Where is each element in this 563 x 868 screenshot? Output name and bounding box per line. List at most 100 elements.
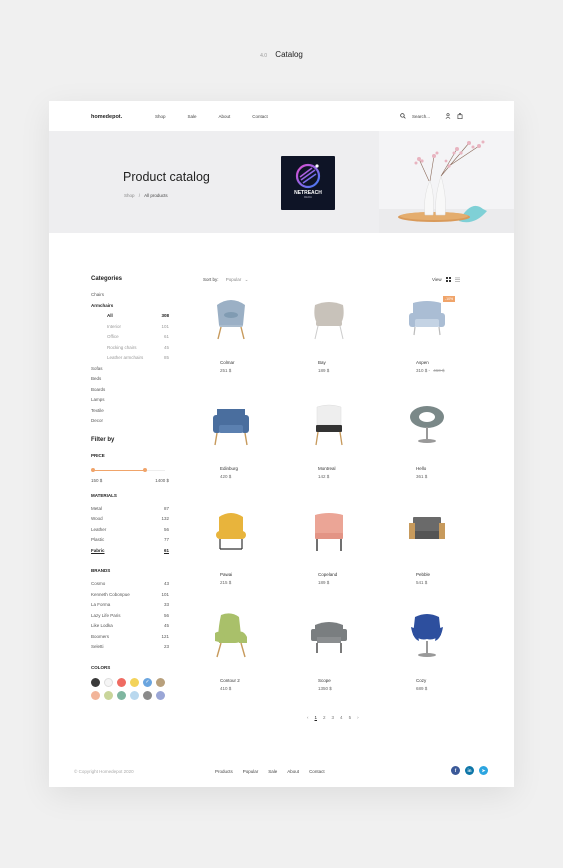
brand-seletti[interactable]: Seletti 23 <box>91 644 169 655</box>
color-swatch[interactable]: ✓ <box>143 677 152 687</box>
price-min-handle[interactable] <box>91 467 95 472</box>
product-name[interactable]: Montreal <box>318 466 336 471</box>
footer-link-about[interactable]: About <box>287 769 299 774</box>
color-swatch[interactable] <box>130 690 139 700</box>
footer-link-products[interactable]: Products <box>215 769 233 774</box>
page-5[interactable]: 5 <box>349 715 352 720</box>
price-max-handle[interactable] <box>143 467 148 472</box>
facebook-icon[interactable]: f <box>451 766 460 775</box>
category-beds[interactable]: Beds <box>91 376 169 387</box>
footer-link-contact[interactable]: Contact <box>309 769 325 774</box>
nav-link-about[interactable]: About <box>219 114 231 119</box>
product-name[interactable]: Hello <box>416 466 426 471</box>
product-card[interactable]: -10% Aspen 310 $ - 460 $ <box>395 291 456 391</box>
product-image[interactable] <box>305 397 353 457</box>
brand-kenneth-cobonpue[interactable]: Kenneth Cobonpue 101 <box>91 592 169 603</box>
product-card[interactable]: Montreal 142 $ <box>297 397 357 497</box>
product-card[interactable]: Pawai 215 $ <box>199 503 259 603</box>
list-view-icon[interactable] <box>454 277 460 282</box>
product-card[interactable]: Cozy 689 $ <box>395 609 455 709</box>
page-2[interactable]: 2 <box>323 715 326 720</box>
color-swatch[interactable] <box>104 690 113 700</box>
brand-like-lodka[interactable]: Like Lodka 45 <box>91 623 169 634</box>
category-lamps[interactable]: Lamps <box>91 397 169 408</box>
category-sofas[interactable]: Sofas <box>91 366 169 377</box>
material-plastic[interactable]: Plastic 77 <box>91 537 169 548</box>
product-image[interactable] <box>403 397 451 457</box>
brand-lazy-life-paris[interactable]: Lazy Life Paris 56 <box>91 613 169 624</box>
material-wood[interactable]: Wood 132 <box>91 516 169 527</box>
nav-link-shop[interactable]: Shop <box>155 114 166 119</box>
color-swatch[interactable] <box>143 690 152 700</box>
subcategory-interior[interactable]: Interior 101 <box>91 324 169 335</box>
product-card[interactable]: Colmar 251 $ <box>199 291 259 391</box>
page-4[interactable]: 4 <box>340 715 343 720</box>
category-boards[interactable]: Boards <box>91 387 169 398</box>
product-name[interactable]: Scope <box>318 678 331 683</box>
category-textile[interactable]: Textile <box>91 408 169 419</box>
telegram-icon[interactable]: ➤ <box>479 766 488 775</box>
material-metal[interactable]: Metal 87 <box>91 506 169 517</box>
color-swatch[interactable] <box>130 677 139 687</box>
prev-page-icon[interactable]: ‹ <box>307 715 309 720</box>
color-swatch[interactable] <box>156 677 165 687</box>
product-image[interactable] <box>305 503 353 563</box>
search-icon[interactable] <box>400 113 406 119</box>
user-icon[interactable] <box>445 113 451 119</box>
product-card[interactable]: Pebble 541 $ <box>395 503 455 603</box>
product-image[interactable] <box>207 503 255 563</box>
product-name[interactable]: Contour 2 <box>220 678 240 683</box>
nav-link-sale[interactable]: Sale <box>188 114 197 119</box>
product-card[interactable]: Contour 2 410 $ <box>199 609 259 709</box>
product-name[interactable]: Colmar <box>220 360 235 365</box>
footer-link-sale[interactable]: Sale <box>268 769 277 774</box>
material-leather[interactable]: Leather 56 <box>91 527 169 538</box>
search-input[interactable]: Search... <box>412 114 430 119</box>
color-swatch[interactable] <box>156 690 165 700</box>
product-name[interactable]: Aspen <box>416 360 429 365</box>
subcategory-office[interactable]: Office 61 <box>91 334 169 345</box>
logo[interactable]: homedepot. <box>91 114 122 120</box>
product-name[interactable]: Edinburg <box>220 466 238 471</box>
product-name[interactable]: Pebble <box>416 572 430 577</box>
product-image[interactable] <box>403 609 451 669</box>
color-swatch[interactable] <box>117 690 126 700</box>
nav-link-contact[interactable]: Contact <box>252 114 268 119</box>
color-swatch[interactable] <box>117 677 126 687</box>
grid-view-icon[interactable] <box>445 277 451 282</box>
subcategory-rocking-chairs[interactable]: Rocking chairs 45 <box>91 345 169 356</box>
product-name[interactable]: Pawai <box>220 572 232 577</box>
breadcrumb-shop[interactable]: Shop <box>124 193 135 198</box>
sort-control[interactable]: Sort by: Popular ⌄ <box>203 277 248 283</box>
product-image[interactable] <box>207 291 255 351</box>
product-card[interactable]: Bay 189 $ <box>297 291 357 391</box>
product-image[interactable] <box>305 609 353 669</box>
color-swatch[interactable] <box>91 677 100 687</box>
subcategory-leather-armchairs[interactable]: Leather armchairs 85 <box>91 355 169 366</box>
product-image[interactable] <box>207 397 255 457</box>
color-swatch[interactable] <box>104 677 113 687</box>
page-1[interactable]: 1 <box>315 715 318 720</box>
page-3[interactable]: 3 <box>332 715 335 720</box>
product-card[interactable]: Copeland 189 $ <box>297 503 357 603</box>
price-slider[interactable] <box>91 466 169 478</box>
product-name[interactable]: Copeland <box>318 572 337 577</box>
brand-la-forma[interactable]: La Forma 33 <box>91 602 169 613</box>
linkedin-icon[interactable]: in <box>465 766 474 775</box>
category-chairs[interactable]: Chairs <box>91 292 169 303</box>
cart-icon[interactable] <box>457 113 463 119</box>
product-card[interactable]: Hello 361 $ <box>395 397 455 497</box>
subcategory-all[interactable]: All 308 <box>91 313 169 324</box>
product-card[interactable]: Edinburg 420 $ <box>199 397 259 497</box>
product-image[interactable] <box>403 503 451 563</box>
brand-cosmo[interactable]: Cosmo 43 <box>91 581 169 592</box>
product-image[interactable] <box>305 291 353 351</box>
sort-select[interactable]: Popular <box>226 277 242 282</box>
material-fabric[interactable]: Fabric 61 <box>91 548 169 559</box>
category-armchairs[interactable]: Armchairs <box>91 303 169 314</box>
product-card[interactable]: Scope 1350 $ <box>297 609 357 709</box>
next-page-icon[interactable]: › <box>357 715 359 720</box>
category-decor[interactable]: Decor <box>91 418 169 429</box>
product-name[interactable]: Bay <box>318 360 326 365</box>
footer-link-popular[interactable]: Popular <box>243 769 259 774</box>
